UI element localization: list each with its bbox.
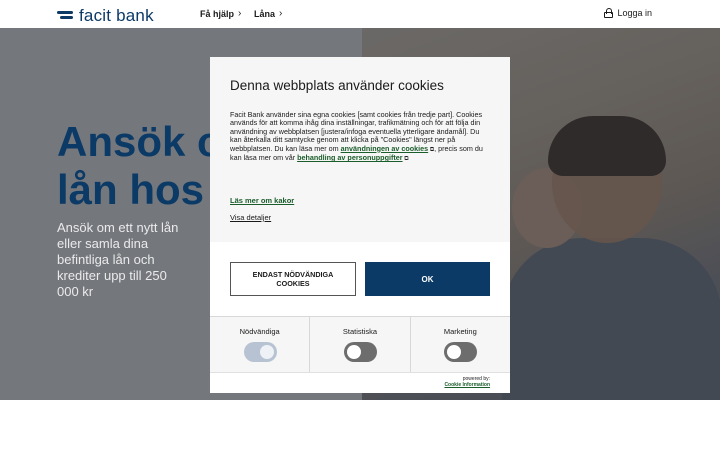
login-link[interactable]: Logga in — [604, 8, 652, 18]
necessary-cookies-button[interactable]: ENDAST NÖDVÄNDIGA COOKIES — [230, 262, 356, 296]
privacy-link[interactable]: behandling av personuppgifter — [297, 153, 402, 162]
hero-text: Ansök om ett nytt lån eller samla dina b… — [57, 220, 179, 299]
hero-title-line2: lån hos — [57, 166, 205, 213]
hero-title: Ansök o lån hos — [57, 118, 223, 214]
logo-mark-icon — [57, 9, 73, 23]
toggle-marketing-column: Marketing — [411, 317, 510, 372]
read-more-cookies-link[interactable]: Läs mer om kakor — [230, 196, 294, 205]
facit-bank-logo[interactable]: facit bank — [57, 6, 154, 26]
toggle-statistics-label: Statistiska — [342, 327, 378, 336]
nav-label: Låna — [254, 8, 276, 19]
chevron-right-icon: › — [238, 8, 242, 19]
toggle-marketing-switch[interactable] — [444, 342, 478, 362]
cookie-dialog-footer: powered by: Cookie Information — [210, 372, 510, 393]
toggle-necessary-switch — [243, 342, 277, 362]
cookie-dialog: Denna webbplats använder cookies Facit B… — [210, 57, 510, 393]
cookie-dialog-info: Denna webbplats använder cookies Facit B… — [210, 57, 510, 242]
toggle-necessary-label: Nödvändiga — [239, 327, 280, 336]
cookie-information-link[interactable]: Cookie Information — [444, 382, 490, 388]
toggle-necessary-column: Nödvändiga — [210, 317, 311, 372]
cookie-dialog-title: Denna webbplats använder cookies — [230, 78, 444, 93]
site-header: facit bank Få hjälp › Låna › Logga in — [0, 0, 720, 28]
show-details-link[interactable]: Visa detaljer — [230, 213, 271, 222]
nav-label: Få hjälp — [200, 8, 235, 19]
toggle-statistics-switch[interactable] — [343, 342, 377, 362]
chevron-right-icon: › — [279, 8, 283, 19]
logo-text: facit bank — [79, 6, 154, 25]
nav-item-lana[interactable]: Låna › — [254, 8, 282, 19]
cookie-dialog-body: Facit Bank använder sina egna cookies [s… — [230, 110, 492, 163]
toggle-statistics-column: Statistiska — [310, 317, 411, 372]
external-link-icon: ⧉ — [402, 156, 409, 163]
toggle-marketing-label: Marketing — [443, 327, 477, 336]
cookie-usage-link[interactable]: användningen av cookies — [341, 144, 428, 153]
ok-button[interactable]: OK — [365, 262, 490, 296]
lock-icon — [604, 8, 614, 18]
powered-by: powered by: Cookie Information — [444, 376, 490, 388]
cookie-buttons: ENDAST NÖDVÄNDIGA COOKIES OK — [210, 242, 510, 316]
hero-title-line1: Ansök o — [57, 118, 223, 165]
cookie-category-toggles: Nödvändiga Statistiska Marketing — [210, 316, 510, 372]
nav-item-fa-hjalp[interactable]: Få hjälp › — [200, 8, 241, 19]
login-label: Logga in — [617, 8, 652, 18]
